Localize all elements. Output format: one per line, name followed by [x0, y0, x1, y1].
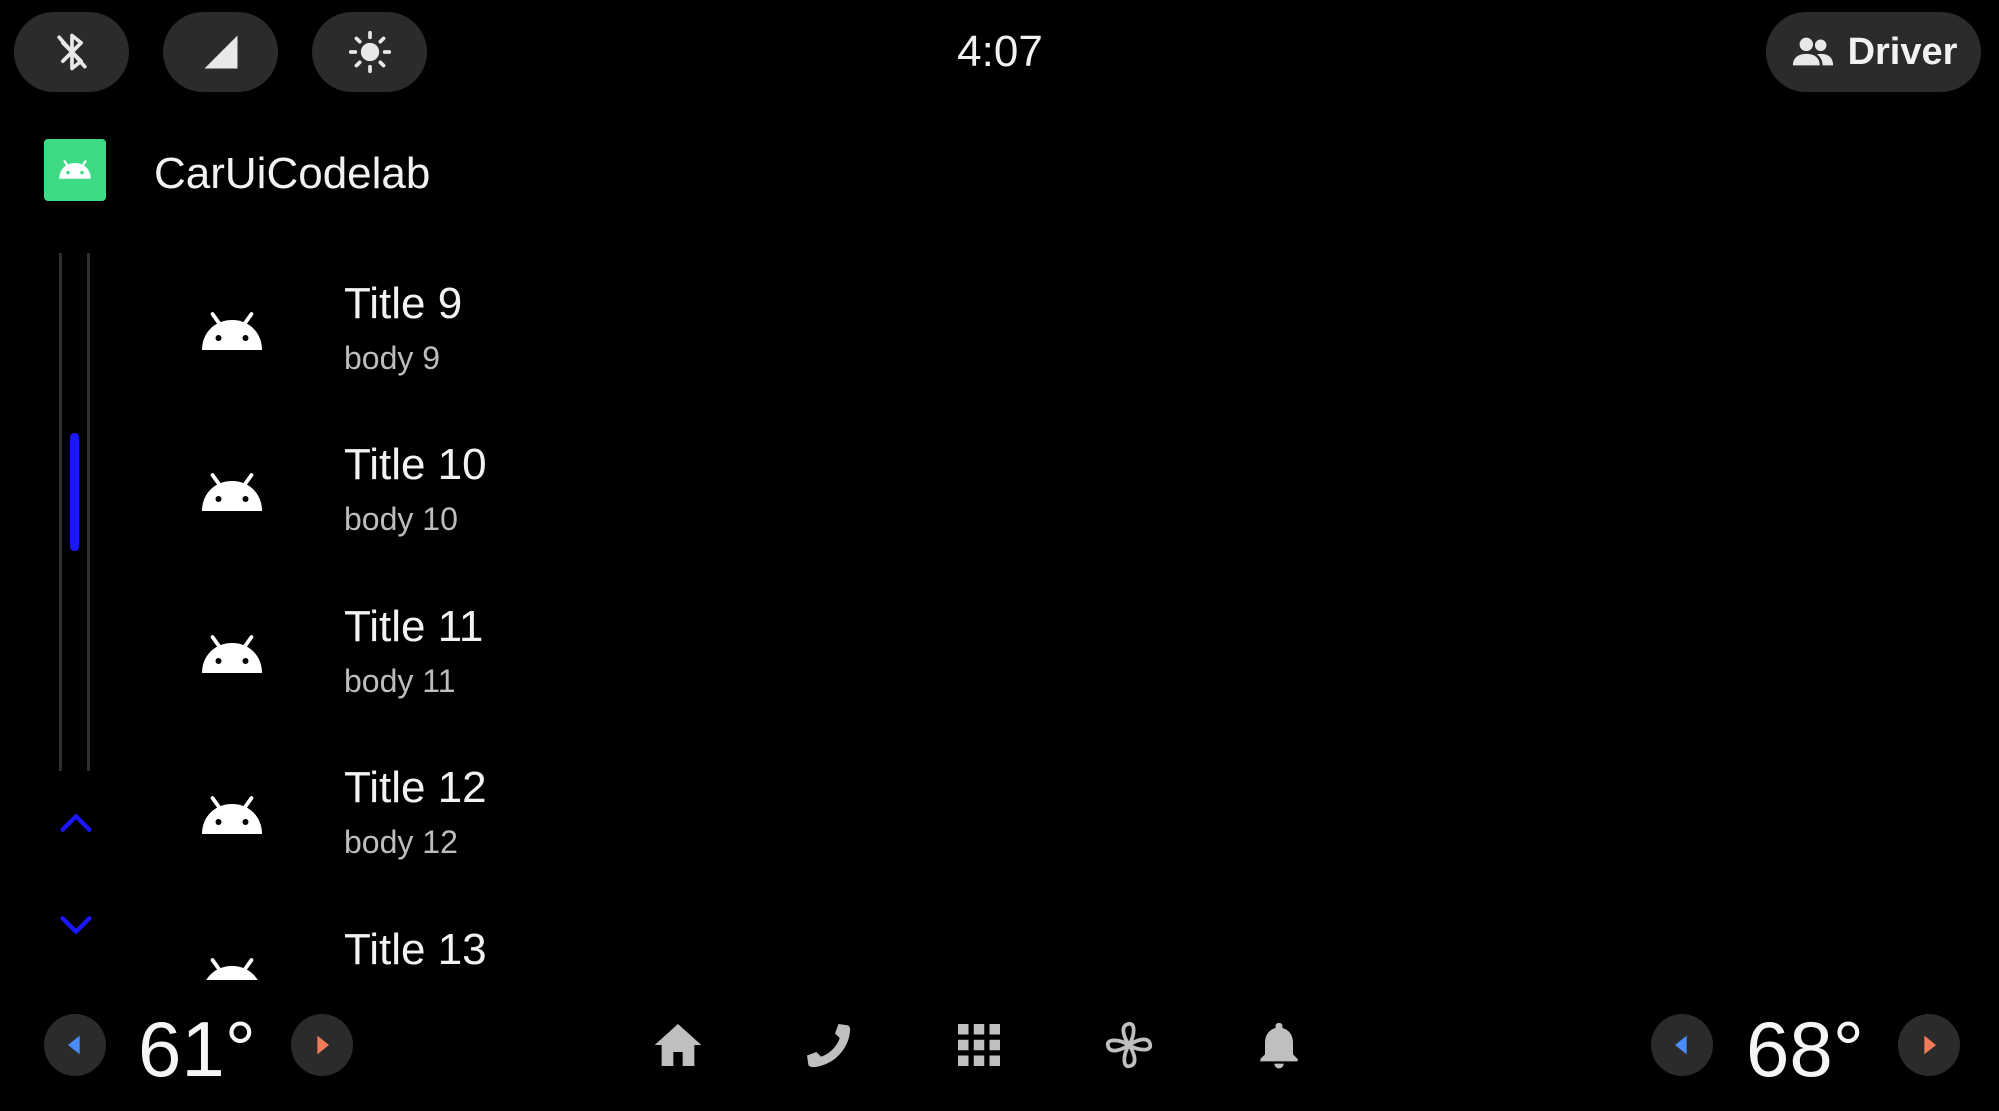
- phone-icon: [807, 1024, 851, 1068]
- profile-button[interactable]: Driver: [1766, 12, 1981, 92]
- list-item[interactable]: Title 10 body 10: [170, 421, 1070, 581]
- temp-left-increase-button[interactable]: [291, 1014, 353, 1076]
- arrow-right-icon: [1924, 1035, 1936, 1055]
- signal-button[interactable]: [163, 12, 278, 92]
- apps-grid-icon: [958, 1024, 1000, 1066]
- scrollbar-thumb[interactable]: [70, 433, 79, 551]
- chevron-up-icon: [60, 814, 92, 832]
- bluetooth-off-icon: [56, 33, 87, 71]
- item-body: body 12: [344, 824, 458, 860]
- temp-left-decrease-button[interactable]: [44, 1014, 106, 1076]
- car-screen: 4:07 Driver CarUiCodelab Title 9 body 9 …: [0, 0, 1999, 1111]
- android-icon: [202, 312, 262, 350]
- temp-left-value[interactable]: 61°: [138, 1004, 256, 1094]
- temp-right-decrease-button[interactable]: [1651, 1014, 1713, 1076]
- android-icon: [202, 796, 262, 834]
- item-body: body 9: [344, 340, 441, 376]
- phone-button[interactable]: [796, 1013, 860, 1077]
- temp-right-value[interactable]: 68°: [1746, 1004, 1864, 1094]
- list-item[interactable]: Title 12 body 12: [170, 744, 1070, 904]
- clock: 4:07: [957, 27, 1043, 76]
- list-item[interactable]: Title 9 body 9: [170, 260, 1070, 420]
- app-launcher-button[interactable]: [947, 1013, 1011, 1077]
- item-body: body 10: [344, 501, 458, 537]
- arrow-left-icon: [1675, 1035, 1687, 1055]
- item-title: Title 12: [344, 763, 487, 812]
- notifications-button[interactable]: [1247, 1013, 1311, 1077]
- android-icon: [202, 635, 262, 673]
- scrollbar-rail: [59, 253, 62, 771]
- hvac-button[interactable]: [1097, 1013, 1161, 1077]
- android-icon: [206, 958, 258, 980]
- temp-right-increase-button[interactable]: [1898, 1014, 1960, 1076]
- app-icon: [44, 139, 106, 201]
- brightness-button[interactable]: [312, 12, 427, 92]
- bluetooth-button[interactable]: [14, 12, 129, 92]
- home-button[interactable]: [646, 1013, 710, 1077]
- chevron-down-icon: [60, 916, 92, 934]
- scroll-down-button[interactable]: [48, 900, 104, 950]
- item-title: Title 10: [344, 440, 487, 489]
- arrow-left-icon: [68, 1035, 80, 1055]
- item-body: body 11: [344, 663, 456, 699]
- signal-icon: [204, 35, 237, 69]
- home-icon: [654, 1024, 702, 1066]
- list-item[interactable]: Title 11 body 11: [170, 583, 1070, 743]
- item-title: Title 11: [344, 602, 484, 651]
- bell-icon: [1260, 1022, 1298, 1069]
- arrow-right-icon: [317, 1035, 329, 1055]
- list-item[interactable]: Title 13: [170, 906, 1070, 980]
- app-title: CarUiCodelab: [154, 149, 431, 198]
- scroll-up-button[interactable]: [48, 798, 104, 848]
- scrollbar-rail: [87, 253, 90, 771]
- fan-icon: [1105, 1021, 1153, 1069]
- scrollbar-track[interactable]: [59, 253, 91, 771]
- profile-label: Driver: [1847, 30, 1958, 73]
- item-title: Title 9: [344, 279, 463, 328]
- people-icon: [1792, 37, 1833, 66]
- brightness-icon: [348, 30, 391, 74]
- android-icon: [59, 160, 91, 179]
- android-icon: [202, 473, 262, 511]
- item-title: Title 13: [344, 925, 487, 974]
